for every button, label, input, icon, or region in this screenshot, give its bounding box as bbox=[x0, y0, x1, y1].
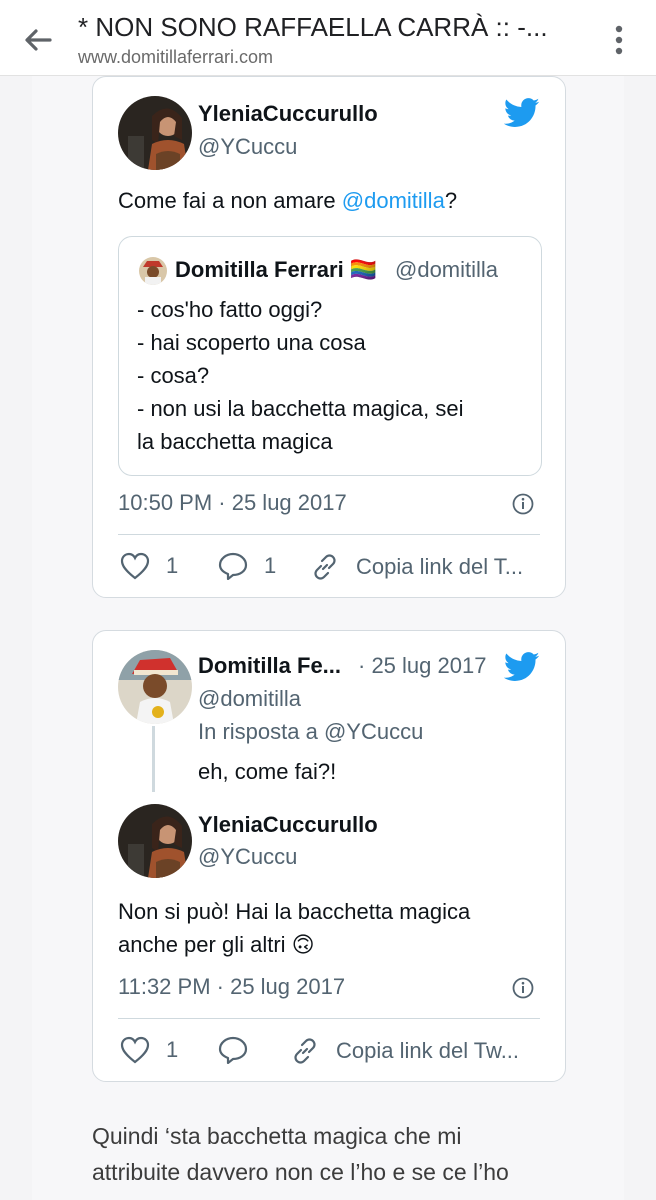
tweet-timestamp[interactable]: 10:50 PM · 25 lug 2017 bbox=[118, 490, 347, 516]
heart-icon bbox=[120, 1036, 150, 1064]
reply-context[interactable]: In risposta a @YCuccu bbox=[198, 719, 423, 745]
info-icon[interactable] bbox=[512, 493, 534, 515]
link-icon bbox=[314, 554, 336, 580]
quote-avatar bbox=[139, 257, 167, 285]
upside-down-face-icon: 🙃 bbox=[291, 932, 315, 957]
divider bbox=[118, 1018, 540, 1019]
tweet-text: Non si può! Hai la bacchetta magica bbox=[118, 899, 471, 924]
quote-line: la bacchetta magica bbox=[137, 429, 333, 454]
back-button[interactable] bbox=[18, 20, 58, 60]
divider bbox=[118, 534, 540, 535]
more-vertical-icon bbox=[615, 25, 623, 55]
tweet-text: Come fai a non amare @domitilla? bbox=[118, 188, 458, 213]
copy-link-button[interactable]: Copia link del T... bbox=[310, 552, 523, 582]
quote-author-name[interactable]: Domitilla Ferrari 🏳️‍🌈 bbox=[175, 257, 377, 283]
copy-link-label: Copia link del T... bbox=[356, 554, 524, 579]
quote-line: - cos'ho fatto oggi? bbox=[137, 297, 323, 322]
mention-link[interactable]: @domitilla bbox=[342, 188, 445, 213]
copy-link-button[interactable]: Copia link del Tw... bbox=[290, 1036, 519, 1066]
quote-line: - hai scoperto una cosa bbox=[137, 330, 366, 355]
link-icon bbox=[294, 1038, 316, 1064]
author-handle[interactable]: @YCuccu bbox=[198, 134, 297, 160]
thread-line bbox=[152, 726, 155, 792]
tweet-text: eh, come fai?! bbox=[198, 759, 337, 784]
author-handle[interactable]: @domitilla bbox=[198, 686, 301, 712]
avatar[interactable] bbox=[118, 804, 192, 878]
reply-count: 1 bbox=[264, 553, 277, 578]
like-button[interactable]: 1 bbox=[120, 552, 178, 580]
author-handle[interactable]: @YCuccu bbox=[198, 844, 297, 870]
rainbow-flag-icon: 🏳️‍🌈 bbox=[349, 257, 378, 282]
reply-button[interactable] bbox=[218, 1036, 264, 1064]
info-icon[interactable] bbox=[512, 977, 534, 999]
article-line: attribuite davvero non ce l’ho e se ce l… bbox=[92, 1159, 509, 1185]
article-line: Quindi ‘sta bacchetta magica che mi bbox=[92, 1123, 462, 1149]
twitter-bird-icon[interactable] bbox=[504, 652, 540, 682]
article-paragraph: Quindi ‘sta bacchetta magica che mi attr… bbox=[92, 1118, 572, 1190]
like-count: 1 bbox=[166, 1037, 179, 1062]
tweet-timestamp[interactable]: 11:32 PM · 25 lug 2017 bbox=[118, 974, 345, 1000]
copy-link-label: Copia link del Tw... bbox=[336, 1038, 520, 1063]
tweet-date[interactable]: · 25 lug 2017 bbox=[358, 653, 486, 679]
arrow-left-icon bbox=[25, 29, 52, 51]
author-name[interactable]: Domitilla Fe... bbox=[198, 653, 341, 679]
twitter-bird-icon[interactable] bbox=[504, 98, 540, 128]
quote-author-handle[interactable]: @domitilla bbox=[395, 257, 498, 283]
heart-icon bbox=[120, 552, 150, 580]
reply-button[interactable]: 1 bbox=[218, 552, 276, 580]
page-url: www.domitillaferrari.com bbox=[78, 47, 274, 67]
more-menu-button[interactable] bbox=[604, 20, 634, 60]
like-count: 1 bbox=[166, 553, 179, 578]
browser-toolbar: * NON SONO RAFFAELLA CARRÀ :: -... www.d… bbox=[0, 0, 656, 76]
avatar[interactable] bbox=[118, 96, 192, 170]
tweet-text: anche per gli altri 🙃 bbox=[118, 932, 315, 957]
page-title: * NON SONO RAFFAELLA CARRÀ :: -... bbox=[78, 12, 548, 42]
quote-line: - non usi la bacchetta magica, sei bbox=[137, 396, 464, 421]
avatar[interactable] bbox=[118, 650, 192, 724]
author-name[interactable]: YleniaCuccurullo bbox=[198, 101, 378, 127]
comment-icon bbox=[218, 552, 248, 580]
author-name[interactable]: YleniaCuccurullo bbox=[198, 812, 378, 838]
like-button[interactable]: 1 bbox=[120, 1036, 178, 1064]
comment-icon bbox=[218, 1036, 248, 1064]
quote-line: - cosa? bbox=[137, 363, 210, 388]
quoted-tweet[interactable]: Domitilla Ferrari 🏳️‍🌈 @domitilla - cos'… bbox=[118, 236, 542, 476]
